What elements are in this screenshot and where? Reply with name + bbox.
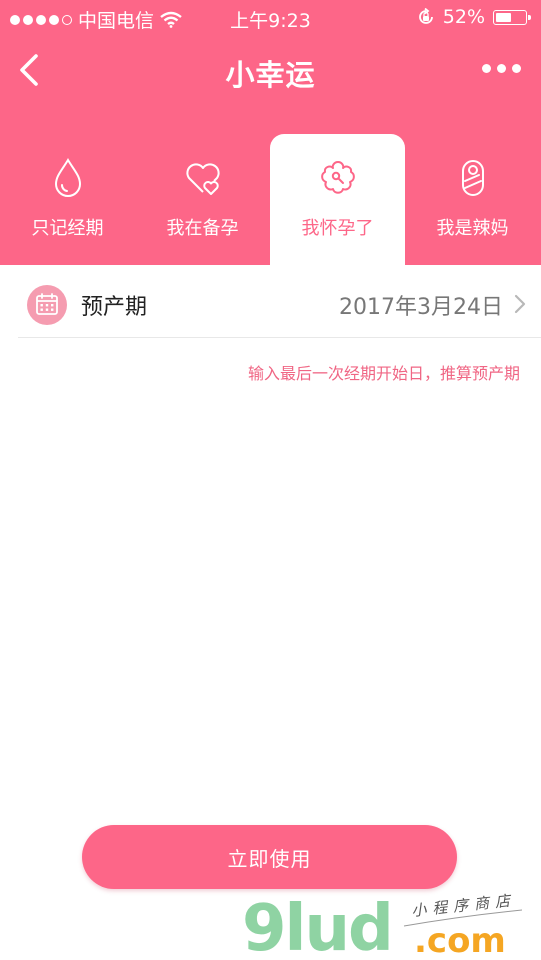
use-now-button[interactable]: 立即使用 — [82, 825, 457, 889]
mode-tabs: 只记经期 我在备孕 我怀孕了 我是辣妈 — [0, 106, 541, 265]
more-icon[interactable] — [482, 64, 521, 73]
tab-preparing[interactable]: 我在备孕 — [135, 134, 270, 265]
svg-text:9lud: 9lud — [242, 892, 392, 956]
tab-label: 我是辣妈 — [436, 218, 509, 239]
calendar-icon — [27, 285, 67, 325]
tab-mom[interactable]: 我是辣妈 — [405, 134, 540, 265]
due-date-value: 2017年3月24日 — [339, 295, 503, 320]
svg-text:.com: .com — [414, 921, 506, 956]
tab-label: 我在备孕 — [166, 218, 239, 239]
status-right: 52% — [417, 6, 531, 28]
due-date-row[interactable]: 预产期 2017年3月24日 — [18, 265, 541, 338]
hint-link[interactable]: 输入最后一次经期开始日，推算预产期 — [248, 360, 520, 384]
battery-label: 52% — [442, 6, 485, 28]
tab-label: 只记经期 — [31, 218, 104, 239]
battery-icon — [493, 9, 531, 25]
tab-pregnant[interactable]: 我怀孕了 — [270, 134, 405, 265]
rotation-lock-icon — [418, 8, 433, 24]
svg-text:小程序商店: 小程序商店 — [411, 891, 517, 920]
hearts-icon — [185, 163, 220, 195]
due-date-label: 预产期 — [81, 295, 148, 320]
drop-icon — [54, 158, 81, 197]
tab-period-only[interactable]: 只记经期 — [0, 134, 135, 265]
page-title: 小幸运 — [225, 58, 316, 92]
baby-icon — [461, 160, 484, 196]
tab-label: 我怀孕了 — [301, 218, 374, 239]
flower-icon — [320, 161, 355, 194]
status-bar: 中国电信 上午9:23 52% — [0, 0, 541, 36]
chevron-right-icon — [514, 294, 526, 314]
nav-bar: 小幸运 — [0, 36, 541, 106]
watermark-logo: 9lud .com 小程序商店 — [242, 890, 523, 960]
